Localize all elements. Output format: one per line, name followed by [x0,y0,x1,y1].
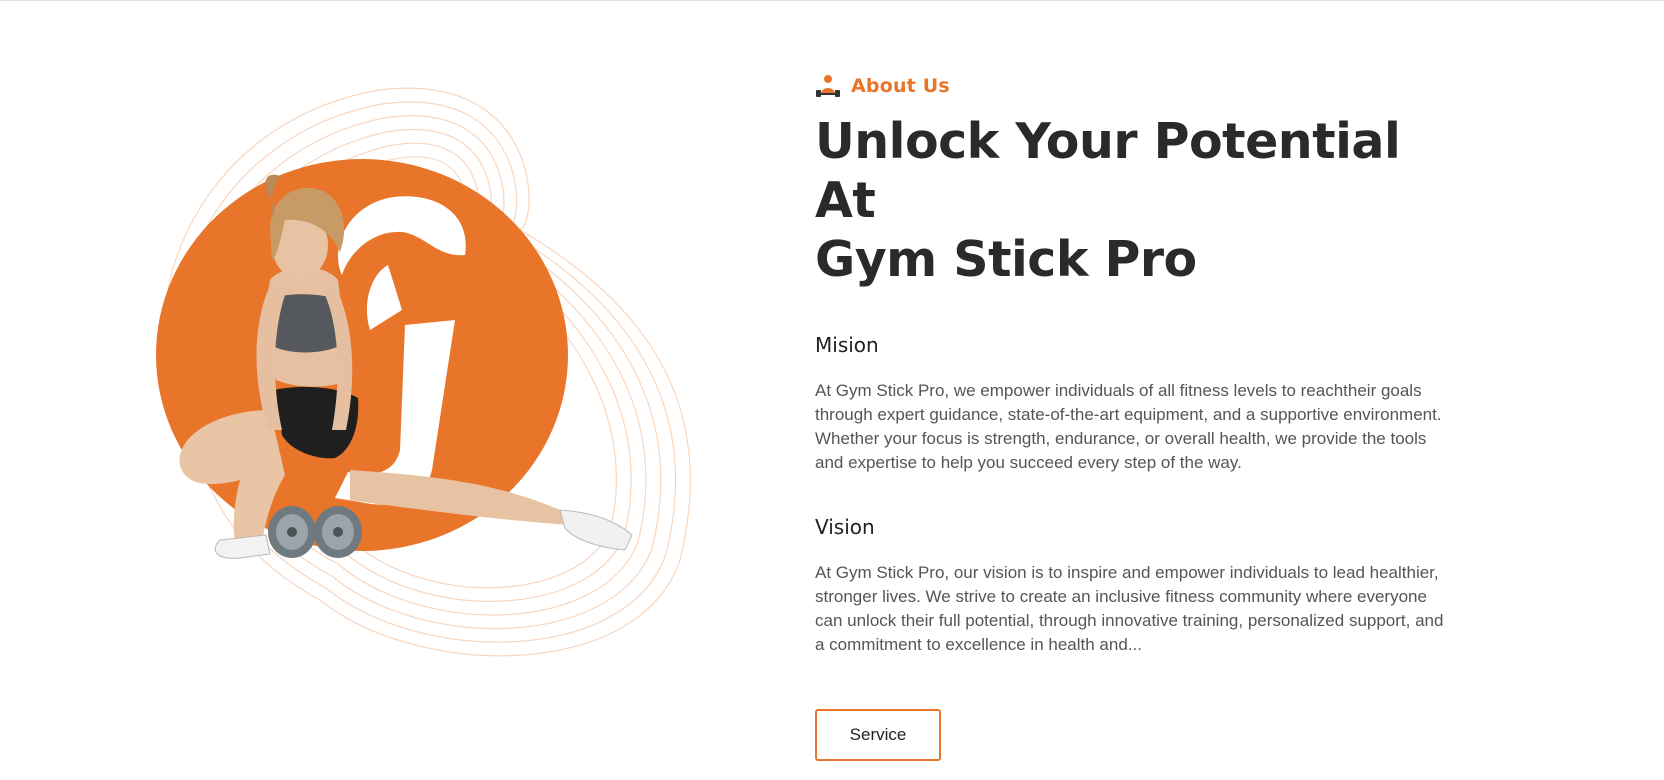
vision-text: At Gym Stick Pro, our vision is to inspi… [815,563,1444,654]
vision-heading: Vision [815,515,875,539]
about-section: About Us Unlock Your Potential At Gym St… [0,0,1664,780]
decorative-rings [156,87,691,657]
dumbbell-right [314,506,362,558]
top-divider [0,0,1664,1]
about-hero-visual [120,80,720,700]
dumbbell-left [268,506,316,558]
about-content: About Us Unlock Your Potential At Gym St… [815,70,1455,761]
about-eyebrow: About Us [815,70,1455,102]
page-title: Unlock Your Potential At Gym Stick Pro [815,112,1455,289]
mission-heading: Mision [815,333,879,357]
title-line-2: Gym Stick Pro [815,231,1197,288]
about-us-label: About Us [851,75,950,97]
title-line-1: Unlock Your Potential At [815,113,1401,229]
mission-text: At Gym Stick Pro, we empower individuals… [815,381,1442,472]
service-button[interactable]: Service [815,709,941,761]
dumbbell-lifter-icon [815,74,841,98]
